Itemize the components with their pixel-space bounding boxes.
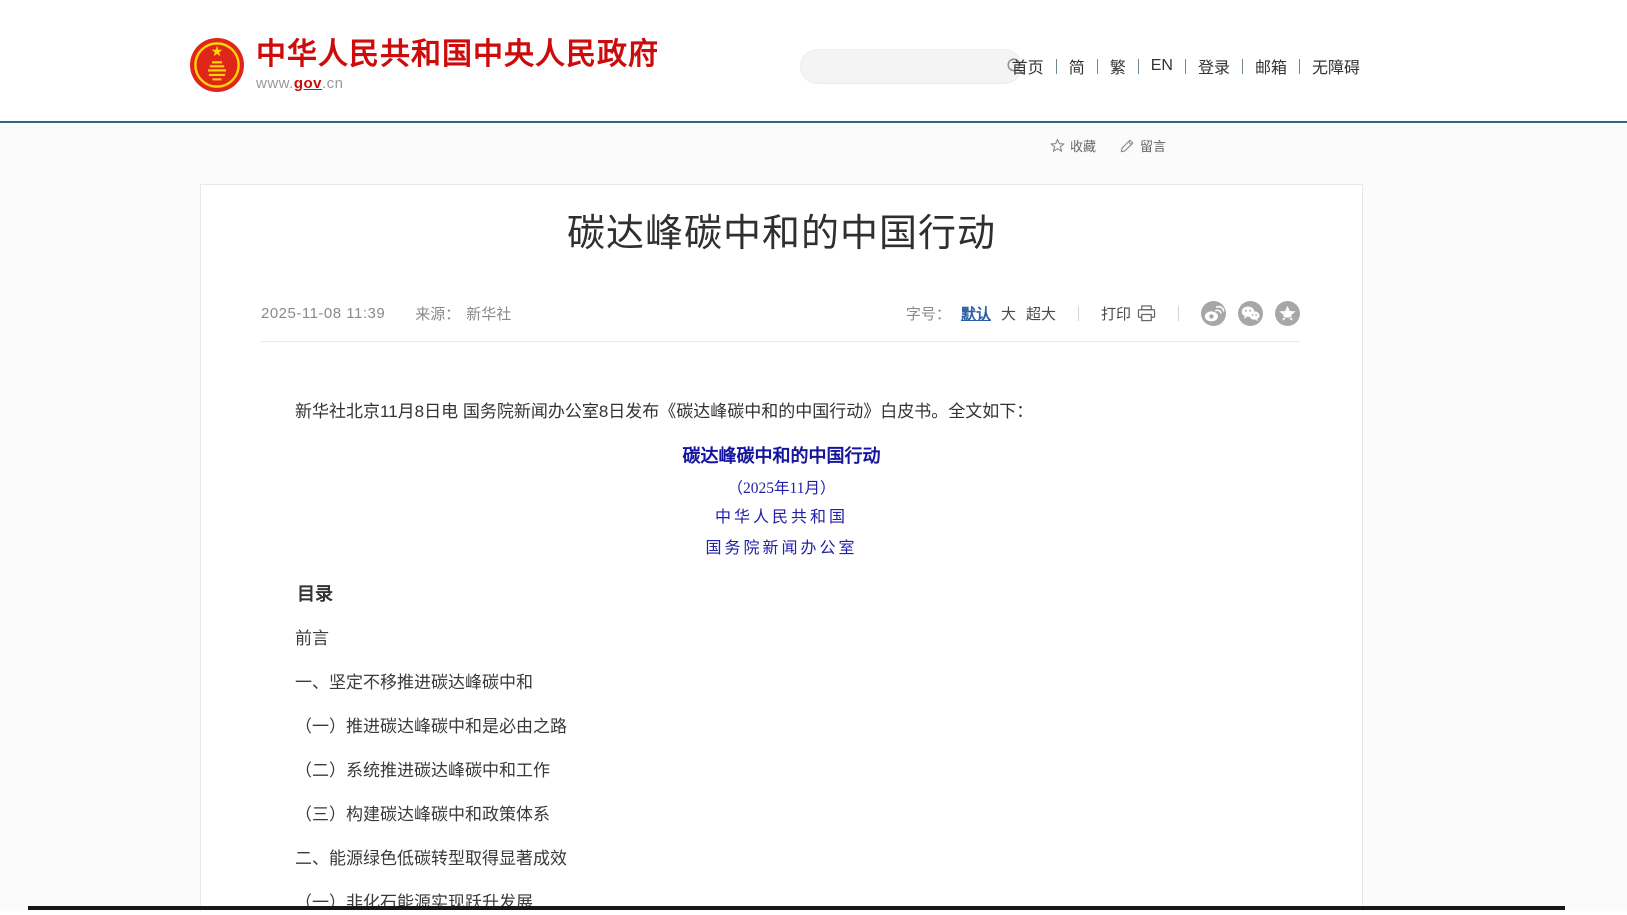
message-button[interactable]: 留言 <box>1120 136 1166 155</box>
favorite-label: 收藏 <box>1070 136 1096 155</box>
article-meta-row: 2025-11-08 11:39 来源： 新华社 字号： 默认 大 超大 打印 <box>261 299 1300 327</box>
search-box <box>800 49 1022 84</box>
weibo-share-icon[interactable] <box>1201 301 1226 326</box>
pencil-icon <box>1120 138 1135 153</box>
search-input[interactable] <box>801 50 1006 83</box>
nav-traditional[interactable]: 繁 <box>1098 54 1138 78</box>
source-label: 来源： <box>415 303 460 324</box>
tools-divider <box>1078 306 1079 321</box>
logo-text: 中华人民共和国中央人民政府 www.gov.cn <box>256 39 659 92</box>
site-header: 中华人民共和国中央人民政府 www.gov.cn 首页 简 繁 EN 登录 <box>0 0 1627 121</box>
window-bottom-edge <box>28 906 1565 910</box>
document-org-line2: 国务院新闻办公室 <box>261 541 1302 558</box>
nav-english[interactable]: EN <box>1139 57 1185 75</box>
source-name[interactable]: 新华社 <box>466 303 511 324</box>
toc-item: （一）推进碳达峰碳中和是必由之路 <box>261 717 1302 736</box>
toc-item: 一、坚定不移推进碳达峰碳中和 <box>261 673 1302 692</box>
toc-heading: 目录 <box>261 585 1302 604</box>
share-group <box>1201 301 1300 326</box>
url-suffix: .cn <box>322 75 344 92</box>
font-size-label: 字号： <box>906 303 951 324</box>
qzone-star-share-icon[interactable] <box>1275 301 1300 326</box>
article-title: 碳达峰碳中和的中国行动 <box>261 211 1302 257</box>
message-label: 留言 <box>1140 136 1166 155</box>
site-url: www.gov.cn <box>256 75 659 92</box>
article-meta: 2025-11-08 11:39 来源： 新华社 <box>261 303 511 324</box>
article-tools: 字号： 默认 大 超大 打印 <box>906 301 1300 326</box>
lead-paragraph: 新华社北京11月8日电 国务院新闻办公室8日发布《碳达峰碳中和的中国行动》白皮书… <box>261 402 1302 421</box>
top-nav: 首页 简 繁 EN 登录 邮箱 无障碍 <box>1000 54 1372 78</box>
national-emblem-icon <box>190 38 244 92</box>
print-button[interactable]: 打印 <box>1101 303 1156 324</box>
toc-item: （三）构建碳达峰碳中和政策体系 <box>261 805 1302 824</box>
nav-accessibility[interactable]: 无障碍 <box>1300 54 1372 78</box>
article-body: 新华社北京11月8日电 国务院新闻办公室8日发布《碳达峰碳中和的中国行动》白皮书… <box>261 402 1302 912</box>
action-bar: 收藏 留言 <box>1050 136 1166 155</box>
nav-home[interactable]: 首页 <box>1000 54 1056 78</box>
nav-simplified[interactable]: 简 <box>1057 54 1097 78</box>
publish-date: 2025-11-08 11:39 <box>261 305 385 322</box>
url-gov: gov <box>294 75 322 92</box>
site-logo[interactable]: 中华人民共和国中央人民政府 www.gov.cn <box>190 38 659 92</box>
wechat-share-icon[interactable] <box>1238 301 1263 326</box>
star-icon <box>1050 138 1065 153</box>
page: 中华人民共和国中央人民政府 www.gov.cn 首页 简 繁 EN 登录 <box>0 0 1627 915</box>
font-size-default[interactable]: 默认 <box>961 303 991 324</box>
nav-login[interactable]: 登录 <box>1186 54 1242 78</box>
site-title: 中华人民共和国中央人民政府 <box>256 39 659 71</box>
printer-icon <box>1137 305 1156 322</box>
tools-divider <box>1178 306 1179 321</box>
toc-item: 前言 <box>261 629 1302 648</box>
print-label: 打印 <box>1101 303 1131 324</box>
article-card: 碳达峰碳中和的中国行动 2025-11-08 11:39 来源： 新华社 字号：… <box>200 184 1363 915</box>
document-title: 碳达峰碳中和的中国行动 <box>261 447 1302 465</box>
toc-item: （二）系统推进碳达峰碳中和工作 <box>261 761 1302 780</box>
document-date: （2025年11月） <box>261 480 1302 497</box>
bottom-strip <box>0 911 1627 915</box>
nav-mail[interactable]: 邮箱 <box>1243 54 1299 78</box>
favorite-button[interactable]: 收藏 <box>1050 136 1096 155</box>
toc-item: 二、能源绿色低碳转型取得显著成效 <box>261 849 1302 868</box>
font-size-large[interactable]: 大 <box>1001 303 1016 324</box>
url-prefix: www. <box>256 75 294 92</box>
document-org-line1: 中华人民共和国 <box>261 510 1302 527</box>
meta-divider <box>261 341 1300 342</box>
font-size-xlarge[interactable]: 超大 <box>1026 303 1056 324</box>
